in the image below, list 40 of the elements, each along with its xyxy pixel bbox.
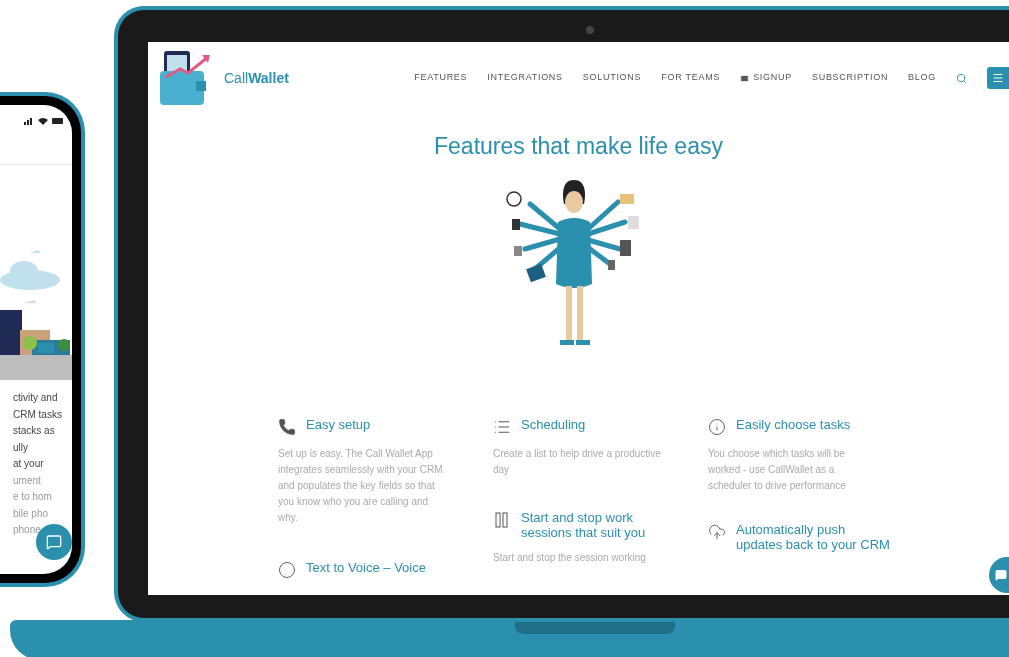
feature-title: Easy setup (306, 417, 371, 432)
phone-text-line: phone. (12, 523, 45, 537)
nav-link[interactable]: SIGNUP (740, 71, 792, 85)
phone-text-line: stacks as (12, 424, 56, 438)
chat-icon (995, 569, 1007, 581)
chat-icon (46, 534, 62, 550)
nav-link[interactable]: SOLUTIONS (582, 71, 642, 85)
nav-link[interactable]: BLOG (908, 71, 936, 85)
feature-description: Create a list to help drive a productive day (493, 447, 662, 477)
circle-icon (278, 561, 296, 579)
info-icon (708, 418, 726, 436)
search-icon[interactable] (956, 72, 967, 84)
phone-text-line: e to hom (12, 490, 53, 504)
nav-link[interactable]: SUBSCRIPTION (811, 71, 889, 85)
phone-text-line: ctivity and (12, 391, 59, 405)
feature-title: Easily choose tasks (736, 417, 851, 432)
page-heading: Features that make life easy (433, 132, 724, 160)
phone-text-line: ully (12, 440, 29, 455)
feature-description: You choose which tasks will be worked - use CallWallet as a scheduler to drive performance (708, 447, 847, 493)
pause-icon (493, 511, 511, 529)
list-icon (493, 418, 511, 436)
phone-text-line: ument (12, 473, 42, 488)
feature-description: Start and stop the session working (493, 551, 647, 565)
phone-text-line: at your (12, 457, 45, 471)
cloud-upload-icon (708, 523, 726, 541)
nav-link[interactable]: INTEGRATIONS (487, 71, 563, 85)
feature-title: Scheduling (521, 417, 586, 432)
phone-icon (278, 418, 296, 436)
menu-button[interactable] (987, 67, 1009, 89)
phone-text-line: CRM tasks (12, 407, 63, 422)
nav-link[interactable]: FEATURES (414, 71, 468, 85)
nav-link[interactable]: FOR TEAMS (661, 71, 721, 85)
feature-description: Set up is easy. The Call Wallet App integrates seamlessly with your CRM and populates the key fields so that you know who you are calling and why. (278, 447, 444, 525)
status-icons (24, 117, 64, 125)
logo-text[interactable]: CallWallet (224, 67, 289, 89)
menu-icon (992, 72, 1004, 84)
feature-title: Start and stop work sessions that suit you (521, 510, 647, 540)
phone-text-line: bile pho (12, 506, 50, 521)
feature-title: Automatically push updates back to your CRM (736, 522, 891, 552)
feature-title: Text to Voice – Voice (306, 560, 426, 575)
